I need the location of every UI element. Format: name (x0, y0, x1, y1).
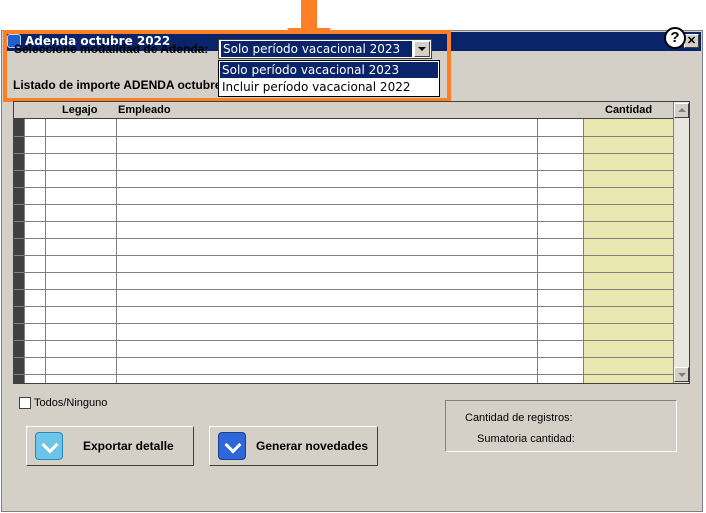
sumatoria-cantidad-label: Sumatoria cantidad: (477, 433, 575, 445)
grid-col-legajo (46, 102, 117, 383)
grid-col-check (25, 102, 46, 383)
generate-icon (218, 432, 246, 460)
generar-novedades-label: Generar novedades (256, 439, 369, 453)
header-cantidad[interactable]: Cantidad (605, 104, 652, 116)
modalidad-label: Seleccione modalidad de Adenda: (14, 42, 209, 56)
header-legajo[interactable]: Legajo (62, 104, 97, 116)
header-empleado[interactable]: Empleado (118, 104, 171, 116)
close-button[interactable]: ✕ (684, 34, 699, 48)
grid-header: Legajo Empleado Cantidad (14, 102, 673, 119)
chevron-down-icon[interactable] (414, 41, 430, 57)
grid-col-blank (538, 102, 584, 383)
listado-label: Listado de importe ADENDA octubre (13, 78, 222, 92)
help-button[interactable]: ? (664, 27, 686, 49)
empleados-grid[interactable]: Legajo Empleado Cantidad (13, 101, 690, 384)
grid-vertical-scrollbar[interactable] (673, 102, 689, 383)
grid-col-selector (14, 102, 25, 383)
generar-novedades-button[interactable]: Generar novedades (209, 426, 378, 466)
export-icon (35, 432, 63, 460)
todos-ninguno-label: Todos/Ninguno (34, 397, 108, 409)
exportar-detalle-button[interactable]: Exportar detalle (26, 426, 194, 466)
modalidad-selected-value: Solo período vacacional 2023 (221, 41, 412, 57)
grid-col-cantidad (584, 102, 675, 383)
scroll-up-icon[interactable] (674, 103, 689, 118)
modalidad-dropdown-list: Solo período vacacional 2023 Incluir per… (218, 60, 440, 97)
modalidad-select[interactable]: Solo período vacacional 2023 (218, 39, 432, 59)
exportar-detalle-label: Exportar detalle (83, 439, 174, 453)
scroll-down-icon[interactable] (674, 367, 689, 382)
cantidad-registros-label: Cantidad de registros: (465, 412, 573, 424)
dropdown-option-incluir-2022[interactable]: Incluir período vacacional 2022 (220, 79, 438, 95)
todos-ninguno-checkbox[interactable] (19, 397, 31, 409)
stats-panel: Cantidad de registros: Sumatoria cantida… (445, 400, 677, 452)
grid-col-empleado (117, 102, 538, 383)
dropdown-option-solo-2023[interactable]: Solo período vacacional 2023 (220, 62, 438, 78)
